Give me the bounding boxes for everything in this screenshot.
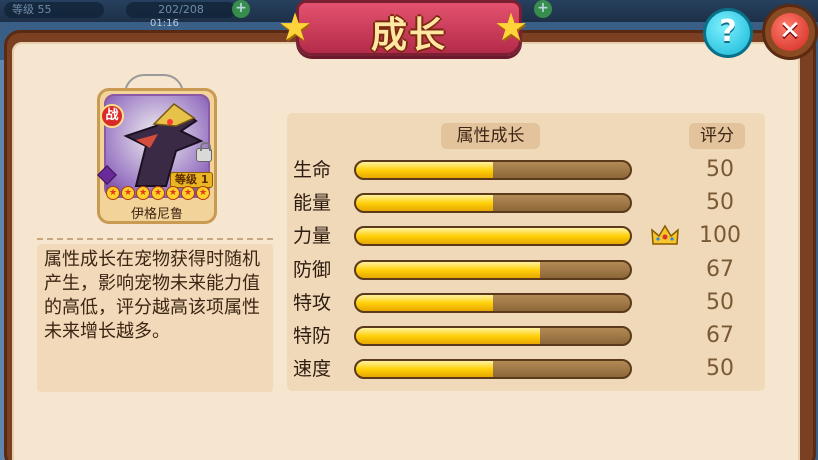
attribute-score: 67 xyxy=(706,257,734,282)
attribute-bar-fill xyxy=(356,228,630,244)
attribute-bar xyxy=(354,260,632,280)
energy-add-button[interactable]: + xyxy=(232,0,250,18)
attribute-score: 100 xyxy=(699,223,741,248)
header-score: 评分 xyxy=(689,123,745,149)
attribute-row: 速度 50 xyxy=(0,355,818,383)
attribute-label: 能量 xyxy=(293,192,332,214)
attribute-row: 生命 50 xyxy=(0,156,818,184)
attribute-label: 速度 xyxy=(293,358,332,380)
attribute-score: 50 xyxy=(706,157,734,182)
attribute-bar xyxy=(354,160,632,180)
gem-add-button[interactable]: + xyxy=(534,0,552,18)
page-title: 成长 xyxy=(370,15,447,56)
attribute-bar xyxy=(354,359,632,379)
close-button[interactable]: ✕ xyxy=(762,4,818,60)
attribute-score: 67 xyxy=(706,323,734,348)
attribute-row: 防御 67 xyxy=(0,256,818,284)
attribute-row: 特防 67 xyxy=(0,322,818,350)
crown-icon xyxy=(651,224,679,245)
attribute-row: 特攻 50 xyxy=(0,289,818,317)
player-level: 等级 55 xyxy=(4,2,104,18)
attribute-bar xyxy=(354,193,632,213)
close-icon[interactable]: ✕ xyxy=(771,13,809,51)
attribute-score: 50 xyxy=(706,290,734,315)
attribute-bar-fill xyxy=(356,195,493,211)
attribute-row: 力量 100 xyxy=(0,222,818,250)
attribute-label: 防御 xyxy=(293,259,332,281)
help-button[interactable]: ? xyxy=(703,8,753,58)
attribute-bar xyxy=(354,226,632,246)
battle-badge: 战 xyxy=(100,104,124,128)
attribute-row: 能量 50 xyxy=(0,189,818,217)
attribute-score: 50 xyxy=(706,190,734,215)
attribute-bar-fill xyxy=(356,295,493,311)
attribute-label: 生命 xyxy=(293,159,332,181)
attribute-bar-fill xyxy=(356,328,540,344)
attribute-label: 特防 xyxy=(293,325,332,347)
attribute-bar-fill xyxy=(356,262,540,278)
attribute-bar-fill xyxy=(356,162,493,178)
energy-timer: 01:16 xyxy=(150,18,179,29)
attribute-label: 力量 xyxy=(293,225,332,247)
attribute-score: 50 xyxy=(706,356,734,381)
attribute-bar xyxy=(354,326,632,346)
attribute-bar xyxy=(354,293,632,313)
attribute-bar-fill xyxy=(356,361,493,377)
energy-counter: 202/208 xyxy=(126,2,236,18)
header-attribute-growth: 属性成长 xyxy=(441,123,540,149)
attribute-label: 特攻 xyxy=(293,292,332,314)
